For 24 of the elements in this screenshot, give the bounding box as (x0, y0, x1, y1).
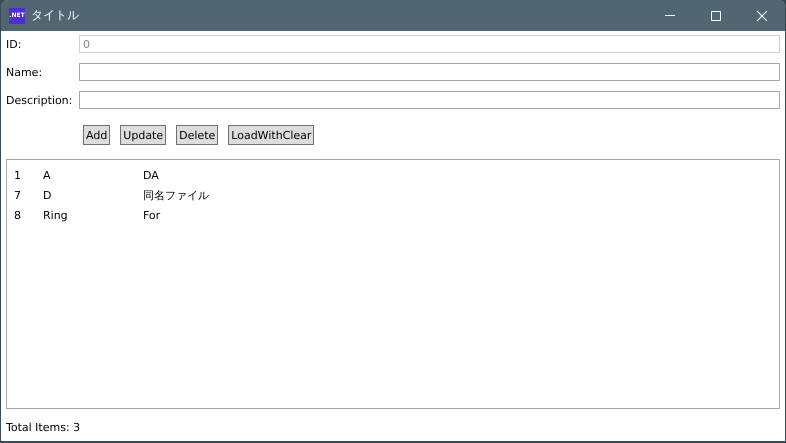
field-label: ID: (6, 38, 22, 50)
list-cell: 同名ファイル (143, 188, 209, 202)
input-field[interactable] (79, 63, 780, 81)
input-field[interactable] (79, 91, 780, 109)
action-button[interactable]: Update (120, 125, 166, 145)
list-cell-text: 8 (14, 208, 22, 222)
item-list[interactable]: 1 A DA 7 D 同名ファイル 8 Ring For (6, 159, 780, 409)
list-cell: For (143, 208, 160, 222)
list-cell: DA (143, 168, 159, 182)
list-cell-text: 7 (14, 188, 22, 202)
window-title: タイトル (31, 7, 79, 24)
field-label: Description: (6, 94, 74, 106)
minimize-icon (665, 15, 675, 16)
list-cell-text: D (43, 188, 52, 202)
close-icon (756, 10, 768, 22)
status-text: Total Items: 3 (6, 421, 82, 434)
maximize-icon (710, 10, 722, 22)
action-button[interactable]: Delete (176, 125, 218, 145)
action-button[interactable]: LoadWithClear (228, 125, 314, 145)
list-cell-text: A (43, 168, 52, 182)
action-button[interactable]: Add (83, 125, 110, 145)
list-cell-text: Ring (43, 208, 69, 222)
list-cell-text: 1 (14, 168, 22, 182)
field-label: Name: (6, 66, 44, 78)
